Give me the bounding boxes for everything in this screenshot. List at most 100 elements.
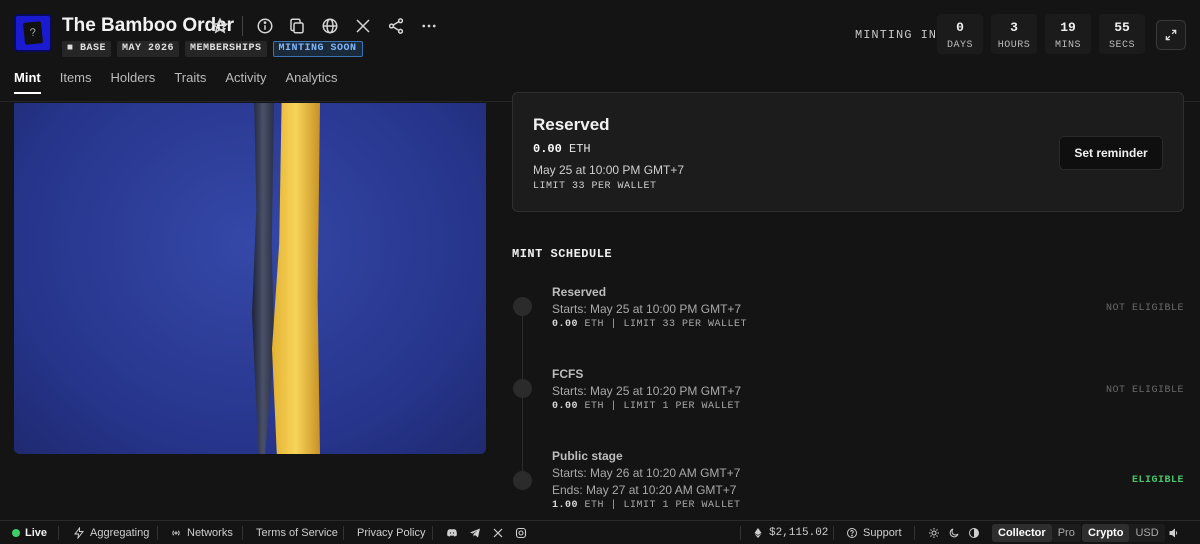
countdown-days-label: DAYS: [946, 40, 973, 51]
stage-price-value: 0.00: [552, 319, 579, 330]
tab-activity[interactable]: Activity: [225, 70, 266, 94]
eth-price: $2,115.02: [752, 527, 828, 539]
terms-link[interactable]: Terms of Service: [256, 527, 338, 539]
help-icon: [847, 528, 857, 538]
stage-start: Starts: May 25 at 10:00 PM GMT+7: [552, 302, 742, 316]
discord-icon[interactable]: [446, 527, 458, 539]
footer-divider: [914, 526, 915, 540]
telegram-icon[interactable]: [469, 527, 481, 539]
currency-toggle: Crypto USD: [1082, 524, 1165, 542]
schedule-stage-reserved: Reserved Starts: May 25 at 10:00 PM GMT+…: [512, 285, 1184, 345]
stage-price-value: 1.00: [552, 500, 579, 511]
stage-start: Starts: May 26 at 10:20 AM GMT+7: [552, 466, 741, 480]
countdown-mins-value: 19: [1060, 20, 1076, 35]
schedule-stage-public: Public stage Starts: May 26 at 10:20 AM …: [512, 449, 1184, 517]
mode-pro[interactable]: Pro: [1052, 524, 1081, 542]
globe-icon[interactable]: [319, 15, 341, 37]
current-stage-date: May 25 at 10:00 PM GMT+7: [533, 163, 685, 177]
live-status[interactable]: Live: [12, 527, 47, 539]
mode-toggle: Collector Pro: [992, 524, 1081, 542]
x-social-icon[interactable]: [492, 527, 504, 539]
aggregating-link[interactable]: Aggregating: [73, 527, 149, 539]
tab-holders[interactable]: Holders: [111, 70, 156, 94]
system-theme-icon[interactable]: [968, 527, 980, 539]
stage-status: NOT ELIGIBLE: [1105, 385, 1184, 396]
header-divider: [242, 16, 243, 36]
share-icon[interactable]: [385, 15, 407, 37]
collection-logo-glyph: ?: [22, 21, 44, 45]
stage-detail: ETH | LIMIT 1 PER WALLET: [584, 500, 741, 511]
stage-price: 0.00 ETH | LIMIT 1 PER WALLET: [552, 401, 741, 412]
stage-price-value: 0.00: [552, 401, 579, 412]
eth-price-value: $2,115.02: [769, 527, 829, 539]
current-stage-price-value: 0.00: [533, 142, 562, 156]
privacy-link[interactable]: Privacy Policy: [357, 527, 425, 539]
mint-schedule-title: MINT SCHEDULE: [512, 247, 613, 261]
stage-status: NOT ELIGIBLE: [1105, 303, 1184, 314]
countdown-days: 0 DAYS: [937, 14, 983, 54]
countdown-label: MINTING IN: [855, 28, 938, 42]
more-icon[interactable]: [418, 15, 440, 37]
stage-start: Starts: May 25 at 10:20 PM GMT+7: [552, 384, 742, 398]
tab-traits[interactable]: Traits: [174, 70, 206, 94]
info-icon[interactable]: [254, 15, 276, 37]
currency-usd[interactable]: USD: [1129, 524, 1164, 542]
copy-icon[interactable]: [286, 15, 308, 37]
footer-divider: [242, 526, 243, 540]
collection-badges: ■ BASE MAY 2026 MEMBERSHIPS MINTING SOON: [62, 41, 363, 57]
tab-mint[interactable]: Mint: [14, 70, 41, 94]
tab-items[interactable]: Items: [60, 70, 92, 94]
artwork-background: [14, 103, 486, 454]
live-label: Live: [25, 527, 48, 539]
stage-price: 1.00 ETH | LIMIT 1 PER WALLET: [552, 500, 741, 511]
footer-divider: [343, 526, 344, 540]
eth-icon: [754, 528, 762, 538]
dark-theme-icon[interactable]: [948, 527, 960, 539]
stage-dot: [513, 379, 532, 398]
stage-detail: ETH | LIMIT 1 PER WALLET: [584, 401, 741, 412]
collection-logo[interactable]: ?: [14, 14, 52, 52]
stage-price: 0.00 ETH | LIMIT 33 PER WALLET: [552, 319, 747, 330]
collection-artwork[interactable]: [14, 103, 486, 454]
broadcast-icon: [172, 530, 180, 536]
star-icon[interactable]: [209, 15, 231, 37]
currency-crypto[interactable]: Crypto: [1082, 524, 1130, 542]
mode-collector[interactable]: Collector: [992, 524, 1052, 542]
countdown-secs-value: 55: [1114, 20, 1130, 35]
status-badge: MINTING SOON: [272, 41, 363, 57]
countdown-mins: 19 MINS: [1045, 14, 1091, 54]
collection-header: ? The Bamboo Order ■ BASE MAY 2026 MEMBE…: [0, 0, 1200, 102]
countdown-days-value: 0: [956, 20, 964, 35]
footer-divider: [432, 526, 433, 540]
chain-badge[interactable]: ■ BASE: [62, 41, 112, 57]
light-theme-icon[interactable]: [928, 527, 940, 539]
collection-tabs: Mint Items Holders Traits Activity Analy…: [14, 70, 338, 94]
countdown-hours-value: 3: [1010, 20, 1018, 35]
countdown-secs: 55 SECS: [1099, 14, 1145, 54]
networks-label: Networks: [187, 527, 233, 539]
expand-icon[interactable]: [1156, 20, 1186, 50]
support-label: Support: [863, 527, 902, 539]
footer-divider: [833, 526, 834, 540]
schedule-stage-fcfs: FCFS Starts: May 25 at 10:20 PM GMT+7 0.…: [512, 367, 1184, 427]
footer-divider: [58, 526, 59, 540]
volume-icon[interactable]: [1168, 527, 1180, 539]
support-link[interactable]: Support: [846, 527, 902, 539]
date-badge: MAY 2026: [117, 41, 180, 57]
networks-link[interactable]: Networks: [170, 527, 233, 539]
live-dot-icon: [12, 529, 20, 537]
set-reminder-button[interactable]: Set reminder: [1059, 136, 1163, 170]
status-footer: Live Aggregating Networks Terms of Servi…: [0, 520, 1200, 544]
stage-end: Ends: May 27 at 10:20 AM GMT+7: [552, 483, 737, 497]
x-icon[interactable]: [352, 15, 374, 37]
tab-analytics[interactable]: Analytics: [286, 70, 338, 94]
stage-name: Public stage: [552, 449, 623, 463]
footer-divider: [740, 526, 741, 540]
category-badge[interactable]: MEMBERSHIPS: [185, 41, 267, 57]
stage-name: Reserved: [552, 285, 607, 299]
stage-detail: ETH | LIMIT 33 PER WALLET: [584, 319, 748, 330]
stage-status: ELIGIBLE: [1131, 475, 1184, 486]
stage-dot: [513, 297, 532, 316]
countdown-hours-label: HOURS: [997, 40, 1031, 51]
instagram-icon[interactable]: [515, 527, 527, 539]
